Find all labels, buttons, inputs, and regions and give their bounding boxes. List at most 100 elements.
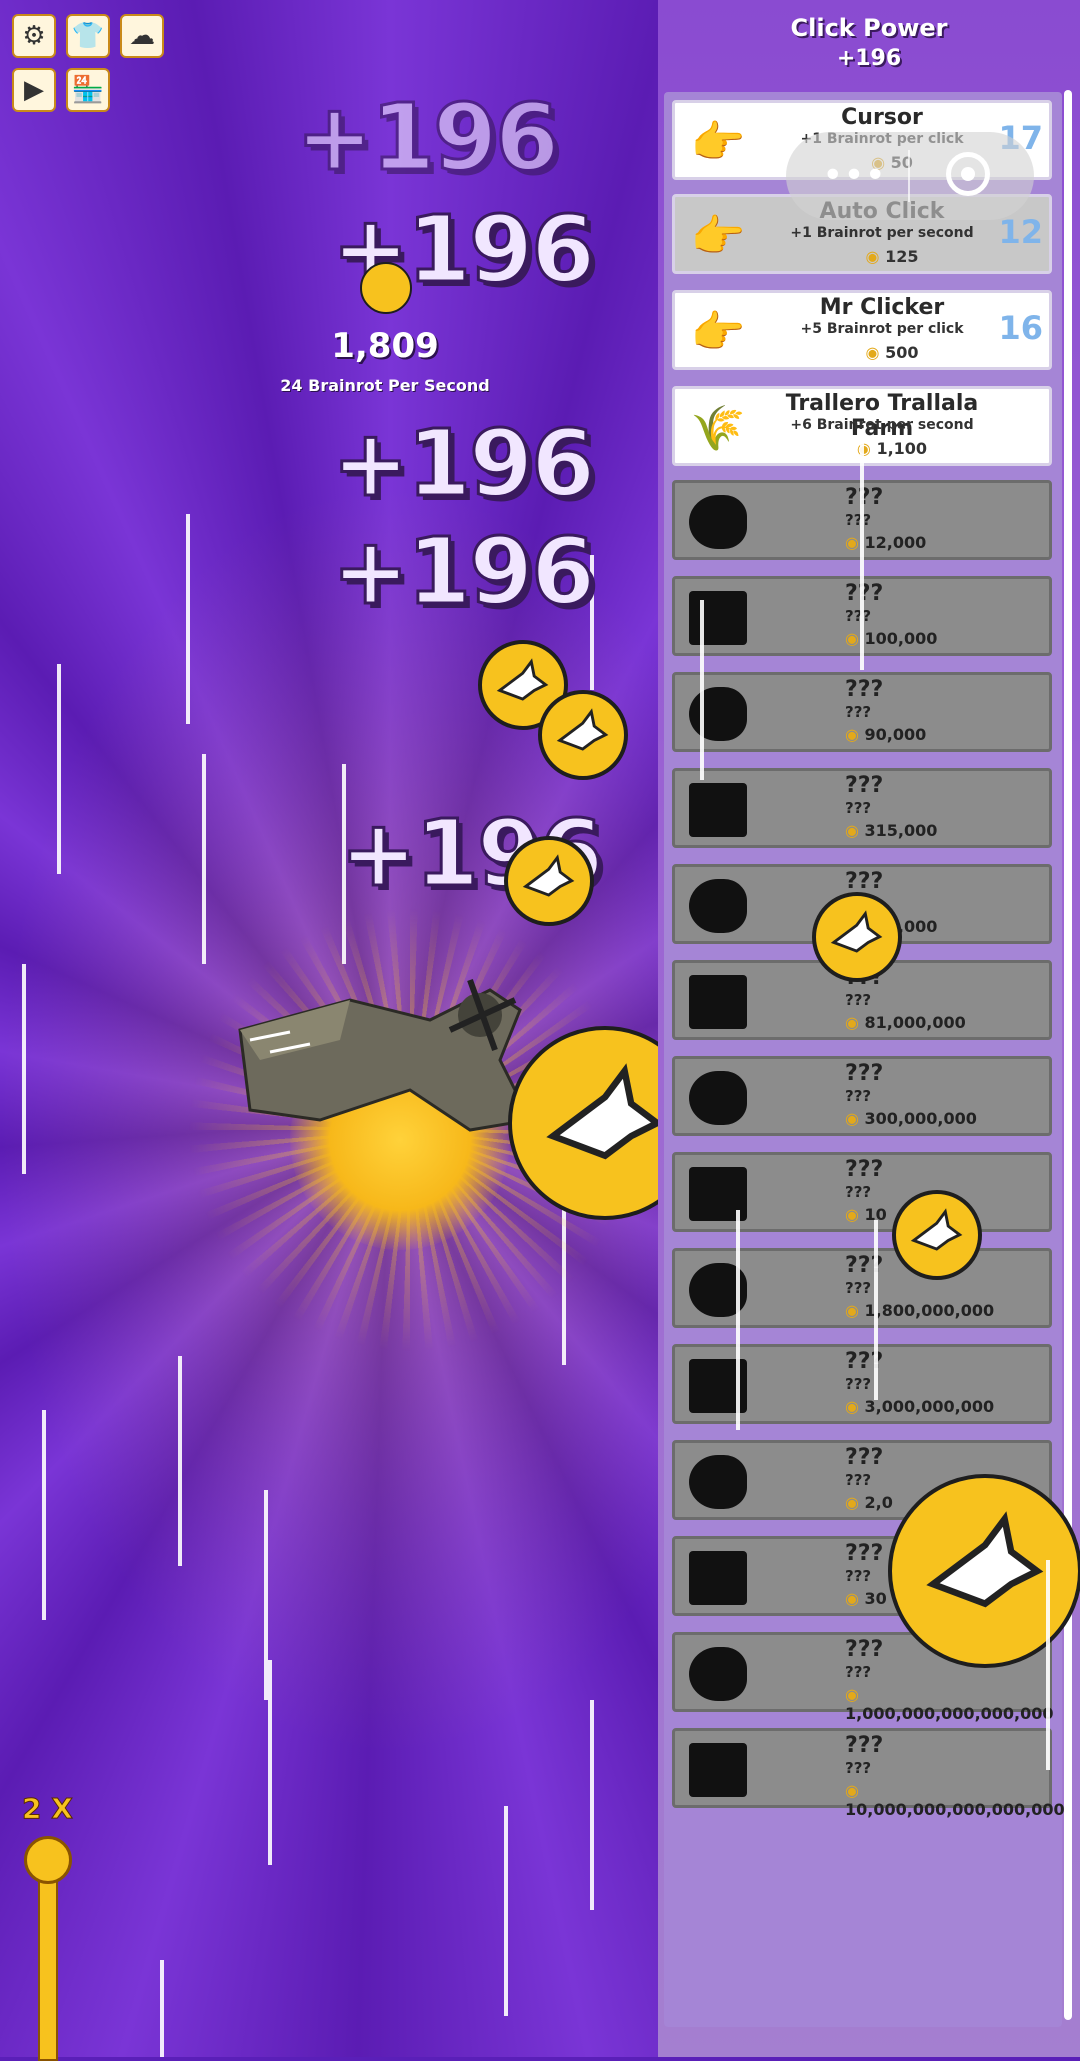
gear-icon: ⚙ [22,21,46,51]
shop-item-description: +5 Brainrot per click [800,321,964,337]
silhouette-icon [683,1067,753,1129]
silhouette-galaxy-icon [683,1739,753,1801]
brainrot-coin-icon [360,262,412,314]
shop-item-name: ??? [845,773,884,798]
shop-item[interactable]: ?????? 315,000 [672,768,1052,848]
silhouette-temple-icon [683,1163,753,1225]
multiplier-bar [38,1862,58,2061]
shop-item[interactable]: 👉 Mr Clicker+5 Brainrot per click 50016 [672,290,1052,370]
shop-button[interactable]: 🏪 [66,68,110,112]
shop-item-name: ??? [845,1157,884,1182]
shop-item-cost: 1,800,000,000 [845,1301,1029,1320]
shop-item[interactable]: ??????1,800,000,000 [672,1248,1052,1328]
shop-item[interactable]: ?????? 300,000,000 [672,1056,1052,1136]
rain-streak [202,754,206,964]
pointing-hand-icon: 👉 [690,117,746,168]
shirt-icon: 👕 [71,21,105,51]
silhouette-icon [683,875,753,937]
shark-icon [911,1208,963,1251]
rain-streak [504,1806,508,2016]
silhouette-icon [683,1355,753,1417]
cloud-save-button[interactable]: ☁ [120,14,164,58]
rain-streak [57,664,61,874]
shop-item-cost: 300,000,000 [845,1109,1029,1128]
skins-button[interactable]: 👕 [66,14,110,58]
shop-item-description: ??? [845,703,872,721]
multiplier-label: 2 X [22,1792,74,1826]
shark-coin[interactable] [892,1190,982,1280]
shop-item[interactable]: ??????10 [672,1152,1052,1232]
target-icon[interactable] [946,152,990,196]
shark-icon [497,658,549,701]
click-power-label: Click Power [790,14,948,42]
multiplier-knob[interactable] [24,1836,72,1884]
shark-icon [523,854,575,897]
shop-item-name: ??? [845,1445,884,1470]
silhouette-splash-icon [683,1643,753,1705]
farm-icon: 🌾 [690,403,746,454]
bombardiro-crocodilo-clicker[interactable] [230,970,550,1160]
silhouette-icon [683,491,753,553]
rain-streak [268,1660,272,1865]
shop-item-cost: 1,100 [755,439,1029,458]
shop-item-cost: 3,000,000,000 [845,1397,1029,1416]
shop-item-name: Mr Clicker [819,295,945,320]
shark-coin[interactable] [888,1474,1080,1668]
shop-item-description: ??? [845,799,872,817]
shop-item[interactable]: ?????? 90,000 [672,672,1052,752]
more-dots-icon[interactable]: ••• [818,158,890,194]
shop-item-cost: 315,000 [845,821,1029,840]
shop-item-cost: 1,000,000,000,000,000 [845,1685,1054,1723]
rain-streak [860,440,864,670]
shop-item-description: ??? [845,1279,872,1297]
shop-item[interactable]: ?????? 10,000,000,000,000,000 [672,1728,1065,1819]
shop-item-name: ??? [845,1733,884,1758]
capsule-divider [908,150,910,202]
play-icon: ▶ [24,75,44,105]
rain-streak [874,1220,878,1400]
shop-item-cost: 125 [755,247,1029,266]
shop-item-cost: 81,000,000 [845,1013,1029,1032]
click-power-value: +196 [836,46,902,71]
shop-item-name: ??? [845,1349,884,1374]
shark-coin[interactable] [538,690,628,780]
shop-item-description: ??? [845,607,872,625]
shark-icon [546,1063,664,1160]
rain-streak [22,964,26,1174]
shop-item-description: ??? [845,511,872,529]
shop-scrollbar[interactable] [1064,90,1072,2020]
shop-item-description: ??? [845,1759,872,1777]
shop-item-name: Trallero Trallala Farm [785,391,979,441]
shark-icon [557,708,609,751]
shop-item-description: +6 Brainrot per second [790,417,974,433]
shop-item-name: Cursor [841,105,923,130]
play-ad-button[interactable]: ▶ [12,68,56,112]
silhouette-icon [683,971,753,1033]
cloud-icon: ☁ [129,21,155,51]
hand-icon: 👉 [690,307,746,358]
shop-item-name: ??? [845,581,884,606]
silhouette-angel-icon [683,1259,753,1321]
shop-icon: 🏪 [71,75,105,105]
rain-streak [178,1356,182,1566]
shop-item-name: ??? [845,485,884,510]
shop-item[interactable]: ?????? 3,000,000,000 [672,1344,1052,1424]
floating-gain-text: +196 [330,409,596,519]
shop-item-count: 12 [998,213,1043,251]
shop-item-name: ??? [845,869,884,894]
shark-coin[interactable] [812,892,902,982]
shop-item-cost: 10,000,000,000,000,000 [845,1781,1065,1819]
floating-gain-text: +196 [294,83,560,193]
shop-item-description: ??? [845,1087,872,1105]
clicking-hand-icon: 👉 [690,211,746,262]
shop-item-description: ??? [845,1375,872,1393]
rain-streak [160,1960,164,2057]
shop-item-description: ??? [845,991,872,1009]
settings-button[interactable]: ⚙ [12,14,56,58]
silhouette-icon [683,683,753,745]
shop-item-cost: 90,000 [845,725,1029,744]
shop-item-name: ??? [845,1061,884,1086]
shark-coin[interactable] [504,836,594,926]
brainrot-per-second: 24 Brainrot Per Second [280,376,490,395]
silhouette-factory-icon [683,587,753,649]
